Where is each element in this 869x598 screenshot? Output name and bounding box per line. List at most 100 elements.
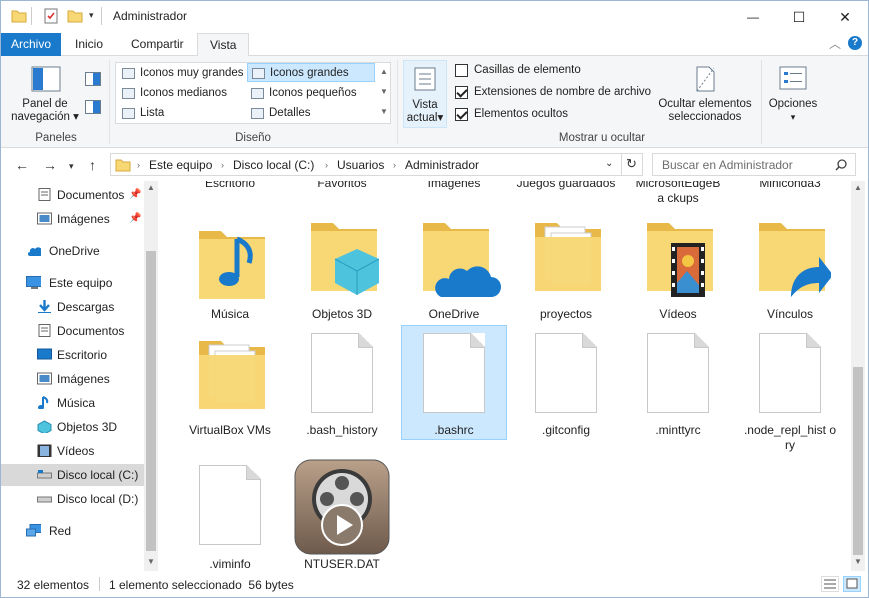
file-node-repl-history[interactable]: .node_repl_hist ory bbox=[737, 329, 843, 459]
nav-item-3d-objects[interactable]: Objetos 3D bbox=[1, 416, 144, 438]
nav-item-drive-c[interactable]: Disco local (C:) bbox=[1, 464, 144, 486]
new-folder-icon[interactable] bbox=[67, 8, 83, 24]
nav-pane-scrollbar[interactable]: ▲ ▼ bbox=[144, 181, 158, 571]
nav-item-downloads[interactable]: Descargas bbox=[1, 296, 144, 318]
breadcrumb-administrador[interactable]: Administrador bbox=[405, 158, 479, 172]
folder-links[interactable]: Vínculos bbox=[737, 211, 843, 325]
folder-icon[interactable] bbox=[11, 8, 27, 24]
pin-icon[interactable]: 📌 bbox=[129, 208, 141, 230]
nav-item-pictures[interactable]: Imágenes bbox=[1, 368, 144, 390]
nav-item-quick-pictures[interactable]: Imágenes 📌 bbox=[1, 208, 144, 230]
gallery-up-icon[interactable]: ▲ bbox=[377, 67, 391, 76]
selection-info: 1 elemento seleccionado 56 bytes bbox=[109, 578, 294, 592]
recent-locations-icon[interactable]: ▾ bbox=[69, 161, 74, 172]
tab-view[interactable]: Vista bbox=[197, 33, 250, 57]
preview-pane-icon[interactable] bbox=[85, 72, 101, 89]
gallery-more-icon[interactable]: ▼ bbox=[377, 107, 391, 116]
navigation-pane: Documentos 📌 Imágenes 📌 OneDrive Este equi… bbox=[1, 181, 159, 571]
refresh-icon[interactable]: ↻ bbox=[626, 156, 637, 172]
details-icon bbox=[251, 108, 264, 119]
nav-pane-scroll-thumb[interactable] bbox=[146, 251, 156, 551]
nav-item-videos[interactable]: Vídeos bbox=[1, 440, 144, 462]
item-checkboxes-checkbox[interactable] bbox=[455, 64, 468, 77]
folder-music[interactable]: Música bbox=[177, 211, 283, 325]
layout-large-icons[interactable]: Iconos grandes bbox=[247, 63, 375, 82]
layout-list[interactable]: Lista bbox=[118, 104, 246, 123]
tab-file[interactable]: Archivo bbox=[1, 33, 62, 56]
scroll-up-icon[interactable]: ▲ bbox=[147, 183, 155, 192]
help-icon[interactable]: ? bbox=[848, 36, 862, 50]
navigation-bar: ← → ▾ ↑ › Este equipo › Disco local (C:)… bbox=[1, 149, 868, 181]
tab-home[interactable]: Inicio bbox=[63, 33, 115, 56]
layout-medium-icons[interactable]: Iconos medianos bbox=[118, 84, 246, 103]
layout-extra-large-icons[interactable]: Iconos muy grandes bbox=[118, 64, 246, 83]
address-dropdown-icon[interactable]: ⌄ bbox=[605, 158, 613, 169]
collapse-ribbon-icon[interactable]: ︿ bbox=[829, 35, 841, 52]
file-label[interactable]: Juegos guardados bbox=[513, 181, 619, 191]
gallery-down-icon[interactable]: ▼ bbox=[377, 87, 391, 96]
details-pane-icon[interactable] bbox=[85, 100, 101, 117]
file-gitconfig[interactable]: .gitconfig bbox=[513, 329, 619, 443]
file-label[interactable]: Escritorio bbox=[177, 181, 283, 191]
search-box[interactable]: Buscar en Administrador bbox=[652, 153, 856, 176]
folder-3d-objects[interactable]: Objetos 3D bbox=[289, 211, 395, 325]
current-view-button[interactable]: Vista actual▾ bbox=[403, 60, 447, 128]
videos-folder-icon bbox=[647, 223, 713, 297]
folder-proyectos[interactable]: proyectos bbox=[513, 211, 619, 325]
content-scroll-thumb[interactable] bbox=[853, 367, 863, 555]
up-icon[interactable]: ↑ bbox=[89, 157, 96, 173]
scroll-down-icon[interactable]: ▼ bbox=[854, 557, 862, 566]
file-label: .minttyrc bbox=[655, 423, 701, 437]
file-label[interactable]: Favoritos bbox=[289, 181, 395, 191]
nav-item-quick-documents[interactable]: Documentos 📌 bbox=[1, 184, 144, 206]
maximize-button[interactable]: ☐ bbox=[776, 1, 822, 33]
nav-item-drive-d[interactable]: Disco local (D:) bbox=[1, 488, 144, 510]
file-ntuser-dat[interactable]: NTUSER.DAT bbox=[289, 457, 395, 571]
item-count: 32 elementos bbox=[17, 578, 90, 592]
title-bar: ▾ Administrador — ☐ ✕ bbox=[1, 1, 868, 33]
nav-item-onedrive[interactable]: OneDrive bbox=[1, 240, 144, 262]
file-extensions-checkbox[interactable] bbox=[455, 86, 468, 99]
back-icon[interactable]: ← bbox=[15, 157, 29, 173]
hide-selected-button[interactable]: Ocultar elementos seleccionados bbox=[657, 60, 753, 128]
folder-virtualbox-vms[interactable]: VirtualBox VMs bbox=[177, 329, 283, 443]
folder-videos[interactable]: Vídeos bbox=[625, 211, 731, 325]
breadcrumb-this-pc[interactable]: Este equipo bbox=[149, 158, 212, 172]
file-bash-history[interactable]: .bash_history bbox=[289, 329, 395, 443]
nav-item-music[interactable]: Música bbox=[1, 392, 144, 414]
address-bar[interactable]: › Este equipo › Disco local (C:) › Usuar… bbox=[110, 153, 643, 176]
file-bashrc[interactable]: .bashrc bbox=[401, 325, 507, 440]
file-label: Música bbox=[210, 307, 249, 321]
content-scrollbar[interactable]: ▲ ▼ bbox=[851, 181, 865, 571]
large-icons-view-icon[interactable] bbox=[843, 576, 861, 592]
tab-share[interactable]: Compartir bbox=[119, 33, 196, 56]
pin-icon[interactable]: 📌 bbox=[129, 184, 141, 206]
nav-item-network[interactable]: Red bbox=[1, 520, 144, 542]
customize-toolbar-icon[interactable]: ▾ bbox=[89, 10, 94, 21]
navigation-pane-button[interactable]: Panel de navegación ▾ bbox=[9, 60, 81, 128]
nav-item-desktop[interactable]: Escritorio bbox=[1, 344, 144, 366]
options-icon bbox=[779, 66, 807, 90]
layout-small-icons[interactable]: Iconos pequeños bbox=[247, 84, 375, 103]
nav-item-this-pc[interactable]: Este equipo bbox=[1, 272, 144, 294]
scroll-down-icon[interactable]: ▼ bbox=[147, 557, 155, 566]
folder-onedrive[interactable]: OneDrive bbox=[401, 211, 507, 325]
options-button[interactable]: Opciones ▾ bbox=[765, 60, 821, 128]
breadcrumb-drive-c[interactable]: Disco local (C:) bbox=[233, 158, 314, 172]
hidden-items-checkbox[interactable] bbox=[455, 108, 468, 121]
forward-icon[interactable]: → bbox=[43, 157, 57, 173]
file-label[interactable]: MicrosoftEdgeBa ckups bbox=[625, 181, 731, 206]
file-viminfo[interactable]: .viminfo bbox=[177, 461, 283, 571]
breadcrumb-users[interactable]: Usuarios bbox=[337, 158, 384, 172]
details-view-icon[interactable] bbox=[821, 576, 839, 592]
layout-details[interactable]: Detalles bbox=[247, 104, 375, 123]
document-icon bbox=[311, 333, 373, 413]
scroll-up-icon[interactable]: ▲ bbox=[854, 183, 862, 192]
close-button[interactable]: ✕ bbox=[822, 1, 868, 33]
file-minttyrc[interactable]: .minttyrc bbox=[625, 329, 731, 443]
properties-icon[interactable] bbox=[43, 8, 59, 24]
file-label[interactable]: Imágenes bbox=[401, 181, 507, 191]
file-label[interactable]: Miniconda3 bbox=[737, 181, 843, 191]
nav-item-documents[interactable]: Documentos bbox=[1, 320, 144, 342]
minimize-button[interactable]: — bbox=[730, 1, 776, 33]
